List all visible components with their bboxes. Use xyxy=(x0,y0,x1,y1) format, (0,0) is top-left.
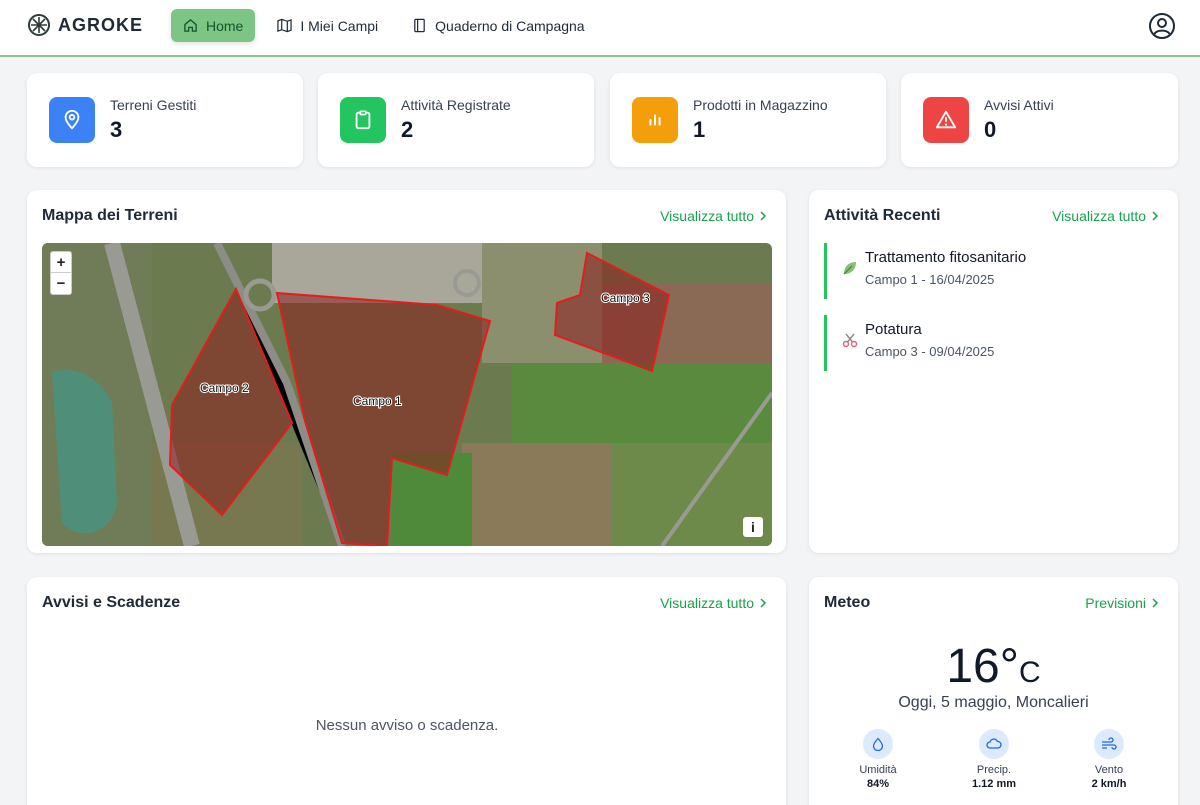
weather-stat-value: 2 km/h xyxy=(1091,778,1127,790)
alerts-view-all-link[interactable]: Visualizza tutto xyxy=(660,595,768,611)
warning-icon xyxy=(935,110,957,129)
stat-icon-box xyxy=(923,97,969,143)
agroke-logo-icon xyxy=(28,14,50,36)
map-view-all-label: Visualizza tutto xyxy=(660,208,754,224)
weather-stat-icon-box xyxy=(979,729,1009,759)
nav-my-fields[interactable]: I Miei Campi xyxy=(265,9,390,42)
nav-home-label: Home xyxy=(206,17,244,34)
activity-item[interactable]: Potatura Campo 3 - 09/04/2025 xyxy=(824,315,1154,371)
weather-stat-wind: Vento 2 km/h xyxy=(1064,729,1154,790)
activity-item[interactable]: Trattamento fitosanitario Campo 1 - 16/0… xyxy=(824,243,1154,299)
zoom-out-button[interactable]: − xyxy=(51,273,71,294)
weather-stat-label: Vento xyxy=(1094,764,1124,776)
recent-activities-panel: Attività Recenti Visualizza tutto Tratta… xyxy=(809,190,1178,553)
bar-chart-icon xyxy=(649,114,661,126)
nav-field-notebook-label: Quaderno di Campagna xyxy=(435,17,585,34)
chevron-right-icon xyxy=(1152,598,1159,608)
weather-date-location: Oggi, 5 maggio, Moncalieri xyxy=(898,694,1089,711)
alerts-panel-title: Avvisi e Scadenze xyxy=(42,594,181,611)
chevron-right-icon xyxy=(760,211,767,221)
weather-panel: Meteo Previsioni 16°C Oggi, 5 maggio, Mo… xyxy=(809,577,1178,805)
activity-title: Potatura xyxy=(865,321,922,338)
map-zoom-control: + − xyxy=(50,251,72,295)
weather-stat-value: 1.12 mm xyxy=(971,778,1017,790)
droplet-icon xyxy=(872,737,884,751)
leaf-icon xyxy=(843,262,856,275)
map-panel: Mappa dei Terreni Visualizza tutto Campo… xyxy=(27,190,786,553)
stat-card-alerts[interactable]: Avvisi Attivi 0 xyxy=(901,73,1178,167)
nav-my-fields-label: I Miei Campi xyxy=(300,17,379,34)
weather-stat-label: Umidità xyxy=(859,764,897,776)
cloud-icon xyxy=(986,738,1002,749)
home-icon xyxy=(184,19,197,32)
stat-icon-box xyxy=(340,97,386,143)
map-panel-title: Mappa dei Terreni xyxy=(42,207,178,224)
zoom-in-button[interactable]: + xyxy=(51,252,71,273)
activities-panel-title: Attività Recenti xyxy=(824,207,941,224)
stat-value: 1 xyxy=(693,117,706,142)
field-label: Campo 3 xyxy=(601,291,650,305)
satellite-map[interactable]: Campo 2 Campo 1 Campo 3 xyxy=(42,243,772,546)
chevron-right-icon xyxy=(760,598,767,608)
weather-panel-title: Meteo xyxy=(824,594,871,611)
map-view-all-link[interactable]: Visualizza tutto xyxy=(660,208,768,224)
scissors-icon xyxy=(842,333,858,348)
stat-label: Terreni Gestiti xyxy=(110,97,197,113)
notebook-icon xyxy=(414,18,425,33)
map-icon xyxy=(277,18,293,33)
weather-forecast-label: Previsioni xyxy=(1085,595,1146,611)
weather-stat-precipitation: Precip. 1.12 mm xyxy=(949,729,1039,790)
activities-view-all-link[interactable]: Visualizza tutto xyxy=(1052,208,1160,224)
top-navigation-bar: AGROKE Home I Miei Campi Quaderno di Cam… xyxy=(0,0,1200,57)
stat-value: 3 xyxy=(110,117,123,142)
activity-title: Trattamento fitosanitario xyxy=(865,249,1027,266)
nav-field-notebook[interactable]: Quaderno di Campagna xyxy=(400,9,596,42)
alerts-empty-message: Nessun avviso o scadenza. xyxy=(315,717,499,734)
field-label: Campo 1 xyxy=(353,394,402,408)
brand-name: AGROKE xyxy=(58,14,144,35)
nav-home[interactable]: Home xyxy=(171,9,256,42)
alerts-view-all-label: Visualizza tutto xyxy=(660,595,754,611)
weather-stat-icon-box xyxy=(1094,729,1124,759)
wind-icon xyxy=(1102,737,1117,750)
chevron-right-icon xyxy=(1152,211,1159,221)
weather-stat-icon-box xyxy=(863,729,893,759)
brand-logo[interactable]: AGROKE xyxy=(28,14,143,36)
fields-map[interactable]: Campo 2 Campo 1 Campo 3 + − i xyxy=(42,243,772,546)
weather-stat-humidity: Umidità 84% xyxy=(833,729,923,790)
main-nav: Home I Miei Campi Quaderno di Campagna xyxy=(171,9,607,42)
stat-icon-box xyxy=(632,97,678,143)
user-account-icon[interactable] xyxy=(1148,12,1176,40)
map-pin-icon xyxy=(64,109,80,130)
stat-card-warehouse[interactable]: Prodotti in Magazzino 1 xyxy=(610,73,886,167)
weather-stat-label: Precip. xyxy=(976,764,1012,776)
stat-card-activities[interactable]: Attività Registrate 2 xyxy=(318,73,594,167)
stat-card-fields[interactable]: Terreni Gestiti 3 xyxy=(27,73,303,167)
stat-value: 2 xyxy=(401,117,414,142)
map-info-button[interactable]: i xyxy=(743,517,763,537)
activity-subtitle: Campo 3 - 09/04/2025 xyxy=(865,344,995,359)
temperature-unit: C xyxy=(1018,656,1041,689)
stat-icon-box xyxy=(49,97,95,143)
weather-forecast-link[interactable]: Previsioni xyxy=(1085,595,1160,611)
stat-label: Attività Registrate xyxy=(401,97,511,113)
weather-temperature: 16°C xyxy=(809,639,1178,694)
stat-value: 0 xyxy=(984,117,997,142)
clipboard-icon xyxy=(355,110,371,130)
weather-stat-value: 84% xyxy=(866,778,890,790)
stat-label: Prodotti in Magazzino xyxy=(693,97,828,113)
alerts-panel: Avvisi e Scadenze Visualizza tutto Nessu… xyxy=(27,577,786,805)
temperature-value: 16° xyxy=(946,640,1019,693)
stat-label: Avvisi Attivi xyxy=(984,97,1054,113)
activity-subtitle: Campo 1 - 16/04/2025 xyxy=(865,272,995,287)
field-label: Campo 2 xyxy=(200,381,249,395)
activities-view-all-label: Visualizza tutto xyxy=(1052,208,1146,224)
